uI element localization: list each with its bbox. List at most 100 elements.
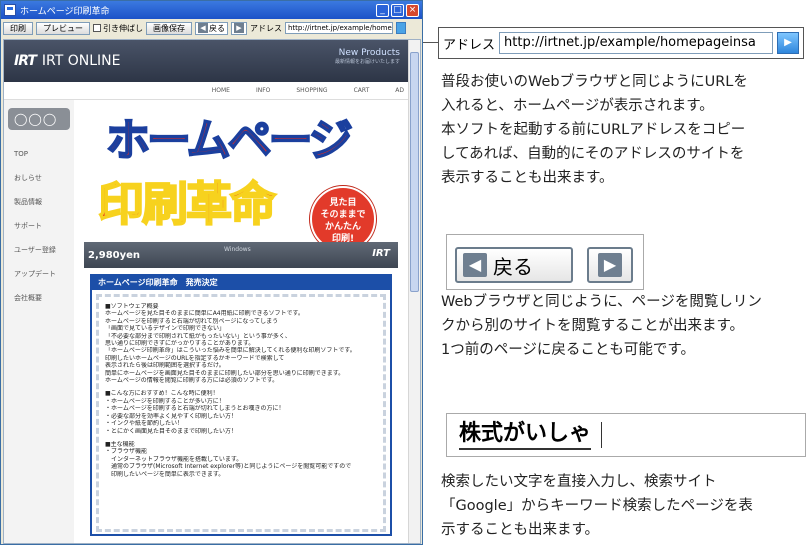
zoom-address-input[interactable]: http://irtnet.jp/example/homepageinsa: [499, 32, 773, 54]
back-button[interactable]: ◀ 戻る: [195, 21, 228, 35]
nav-cart[interactable]: CART: [354, 87, 370, 94]
forward-arrow-icon: ▶: [598, 253, 622, 277]
panel-line: 表示されたら後は印刷範囲を選択するだけ。: [105, 362, 225, 370]
text-line: 示することも出来ます。: [441, 522, 600, 538]
panel-line: ・ホームページを印刷することが多い方に！: [105, 397, 225, 405]
address-input[interactable]: http://irtnet.jp/example/homepageinsa: [285, 22, 393, 34]
sidebar-item-support[interactable]: サポート: [4, 214, 74, 238]
zoom-forward-button[interactable]: ▶: [587, 247, 633, 283]
site-content: ホームページ 印刷革命 見た目 そのままで かんたん 印刷! 2,980yen …: [84, 100, 398, 543]
price-bar: 2,980yen Windows IRT: [84, 242, 398, 268]
forward-button[interactable]: ▶: [231, 21, 247, 35]
text-caret: [601, 422, 603, 448]
panel-line: 印刷したいホームページのURLを指定するかキーワードで検索して: [105, 354, 285, 362]
os-text: Windows: [224, 246, 251, 253]
search-input-zoom[interactable]: 株式がいしゃ: [446, 413, 806, 457]
nav-home[interactable]: HOME: [212, 87, 230, 94]
title-bar: ホームページ印刷革命 _ □ ×: [1, 1, 422, 19]
panel-line: ■主な機能: [105, 440, 135, 448]
zoom-address-label: アドレス: [443, 37, 496, 53]
badge-line: 見た目: [329, 198, 357, 208]
sidebar-item-top[interactable]: TOP: [4, 142, 74, 166]
text-line: 入れると、ホームページが表示されます。: [441, 98, 714, 114]
panel-line: ホームページを見た目そのままに簡単にA4用紙に印刷できるソフトです。: [105, 310, 304, 318]
text-line: 本ソフトを起動する前にURLアドレスをコピー: [441, 122, 746, 138]
zoom-back-label: 戻る: [493, 254, 533, 279]
badge-line: かんたん: [324, 222, 361, 232]
promo-title: New Products: [338, 48, 400, 58]
panel-line: 「不必要な部分まで印刷されて紙がもったいない」という事が多く、: [105, 332, 291, 340]
sidebar-item-news[interactable]: おしらせ: [4, 166, 74, 190]
sidebar-item-register[interactable]: ユーザー登録: [4, 238, 74, 262]
panel-line: ホームページを印刷すると右端が切れて別ページになってしまう: [105, 317, 279, 325]
address-bar-zoom: アドレス http://irtnet.jp/example/homepagein…: [438, 27, 804, 59]
sidebar-item-update[interactable]: アップデート: [4, 262, 74, 286]
text-line: 検索したい文字を直接入力し、検索サイト: [441, 474, 717, 490]
shrink-label: 引き伸ばし: [103, 23, 143, 33]
text-line: クから別のサイトを閲覧することが出来ます。: [441, 318, 745, 334]
callout-connector: [423, 42, 438, 43]
panel-line: ・必要な部分を効率よく見やすく印刷したい方！: [105, 412, 238, 420]
hero-title-line2: 印刷革命: [97, 176, 277, 232]
panel-line: ・ホームページを印刷すると右端が切れてしまうとお嘆きの方に！: [105, 405, 285, 413]
browser-viewport[interactable]: IRT IRT ONLINE New Products 最新情報をお届けいたしま…: [3, 39, 421, 544]
panel-line: 「画面で見ているデザインで印刷できない」: [105, 325, 226, 333]
promo-subtitle: 最新情報をお届けいたします: [334, 59, 400, 65]
vertical-scrollbar[interactable]: [408, 40, 420, 543]
toolbar: 印刷 プレビュー 引き伸ばし 画像保存 ◀ 戻る ▶ アドレス http://i…: [1, 19, 422, 37]
text-line: 「Google」からキーワード検索したページを表: [441, 498, 753, 514]
text-line: 表示することも出来ます。: [441, 170, 614, 186]
close-button[interactable]: ×: [406, 3, 419, 17]
price-text: 2,980yen: [88, 249, 141, 261]
go-button[interactable]: [396, 22, 406, 34]
back-label: 戻る: [209, 23, 225, 33]
maximize-button[interactable]: □: [391, 3, 404, 17]
site-sidebar: ◯◯◯ TOP おしらせ 製品情報 サポート ユーザー登録 アップデート 会社概…: [4, 100, 74, 543]
address-label: アドレス: [250, 23, 282, 33]
description-navigation: Webブラウザと同じように、ページを閲覧しリン クから別のサイトを閲覧することが…: [441, 290, 762, 362]
panel-body: ■ソフトウェア概要 ホームページを見た目そのままに簡単にA4用紙に印刷できるソフト…: [96, 294, 386, 532]
nav-ad[interactable]: AD: [395, 87, 404, 94]
sidebar-item-company[interactable]: 会社概要: [4, 286, 74, 310]
text-line: 1つ前のページに戻ることも可能です。: [441, 342, 695, 358]
promo-banner[interactable]: New Products 最新情報をお届けいたします: [335, 48, 400, 65]
scrollbar-thumb[interactable]: [410, 52, 419, 292]
back-arrow-icon: ◀: [198, 23, 208, 33]
shrink-checkbox[interactable]: 引き伸ばし: [93, 23, 143, 34]
preview-button[interactable]: プレビュー: [36, 21, 90, 35]
description-search: 検索したい文字を直接入力し、検索サイト 「Google」からキーワード検索したペ…: [441, 470, 753, 542]
hero-banner: ホームページ 印刷革命 見た目 そのままで かんたん 印刷!: [84, 100, 398, 252]
description-url: 普段お使いのWebブラウザと同じようにURLを 入れると、ホームページが表示され…: [441, 70, 748, 190]
panel-line: 簡単にホームページを画面見た目そのままに印刷したい部分を思い通りに印刷できます。: [105, 369, 345, 377]
site-header: IRT IRT ONLINE New Products 最新情報をお届けいたしま…: [4, 40, 420, 82]
panel-line: ホームページの情報を閲覧に印刷する方には必須のソフトです。: [105, 377, 279, 385]
app-icon: [4, 4, 16, 16]
zoom-back-button[interactable]: ◀ 戻る: [455, 247, 573, 283]
panel-line: 印刷したいページを簡単に表示できます。: [105, 470, 225, 478]
search-input-text: 株式がいしゃ: [459, 420, 592, 450]
badge-line: そのままで: [320, 210, 366, 220]
nav-info[interactable]: INFO: [256, 87, 270, 94]
nav-shopping[interactable]: SHOPPING: [296, 87, 327, 94]
sidebar-item-products[interactable]: 製品情報: [4, 190, 74, 214]
site-logo[interactable]: IRT: [14, 53, 37, 69]
panel-line: インターネットブラウザ機能を搭載しています。: [105, 455, 243, 463]
nav-buttons-zoom: ◀ 戻る ▶: [446, 234, 644, 290]
panel-line: ■こんな方におすすめ！こんな時に便利！: [105, 390, 219, 398]
forward-arrow-icon: ▶: [234, 23, 244, 33]
window-title: ホームページ印刷革命: [20, 6, 110, 17]
minimize-button[interactable]: _: [376, 3, 389, 17]
panel-line: 思い通りに印刷できずにがっかりすることがあります。: [105, 340, 255, 348]
text-line: 普段お使いのWebブラウザと同じようにURLを: [441, 74, 748, 90]
print-button[interactable]: 印刷: [3, 21, 33, 35]
site-body: ◯◯◯ TOP おしらせ 製品情報 サポート ユーザー登録 アップデート 会社概…: [4, 100, 420, 543]
panel-line: ・インクや紙を節約したい！: [105, 420, 184, 428]
save-image-button[interactable]: 画像保存: [146, 21, 192, 35]
text-line: Webブラウザと同じように、ページを閲覧しリン: [441, 294, 762, 310]
checkbox-box[interactable]: [93, 24, 101, 32]
panel-line: 「ホームページ印刷革命」はこういった悩みを簡単に解決してくれる便利な印刷ソフトで…: [105, 347, 356, 355]
text-line: してあれば、自動的にそのアドレスのサイトを: [441, 146, 745, 162]
panel-line: 通常のブラウザ(Microsoft Internet explorer等)と同じ…: [105, 463, 352, 471]
brand-logo: IRT: [372, 248, 390, 259]
zoom-go-icon[interactable]: ▶: [777, 32, 799, 54]
